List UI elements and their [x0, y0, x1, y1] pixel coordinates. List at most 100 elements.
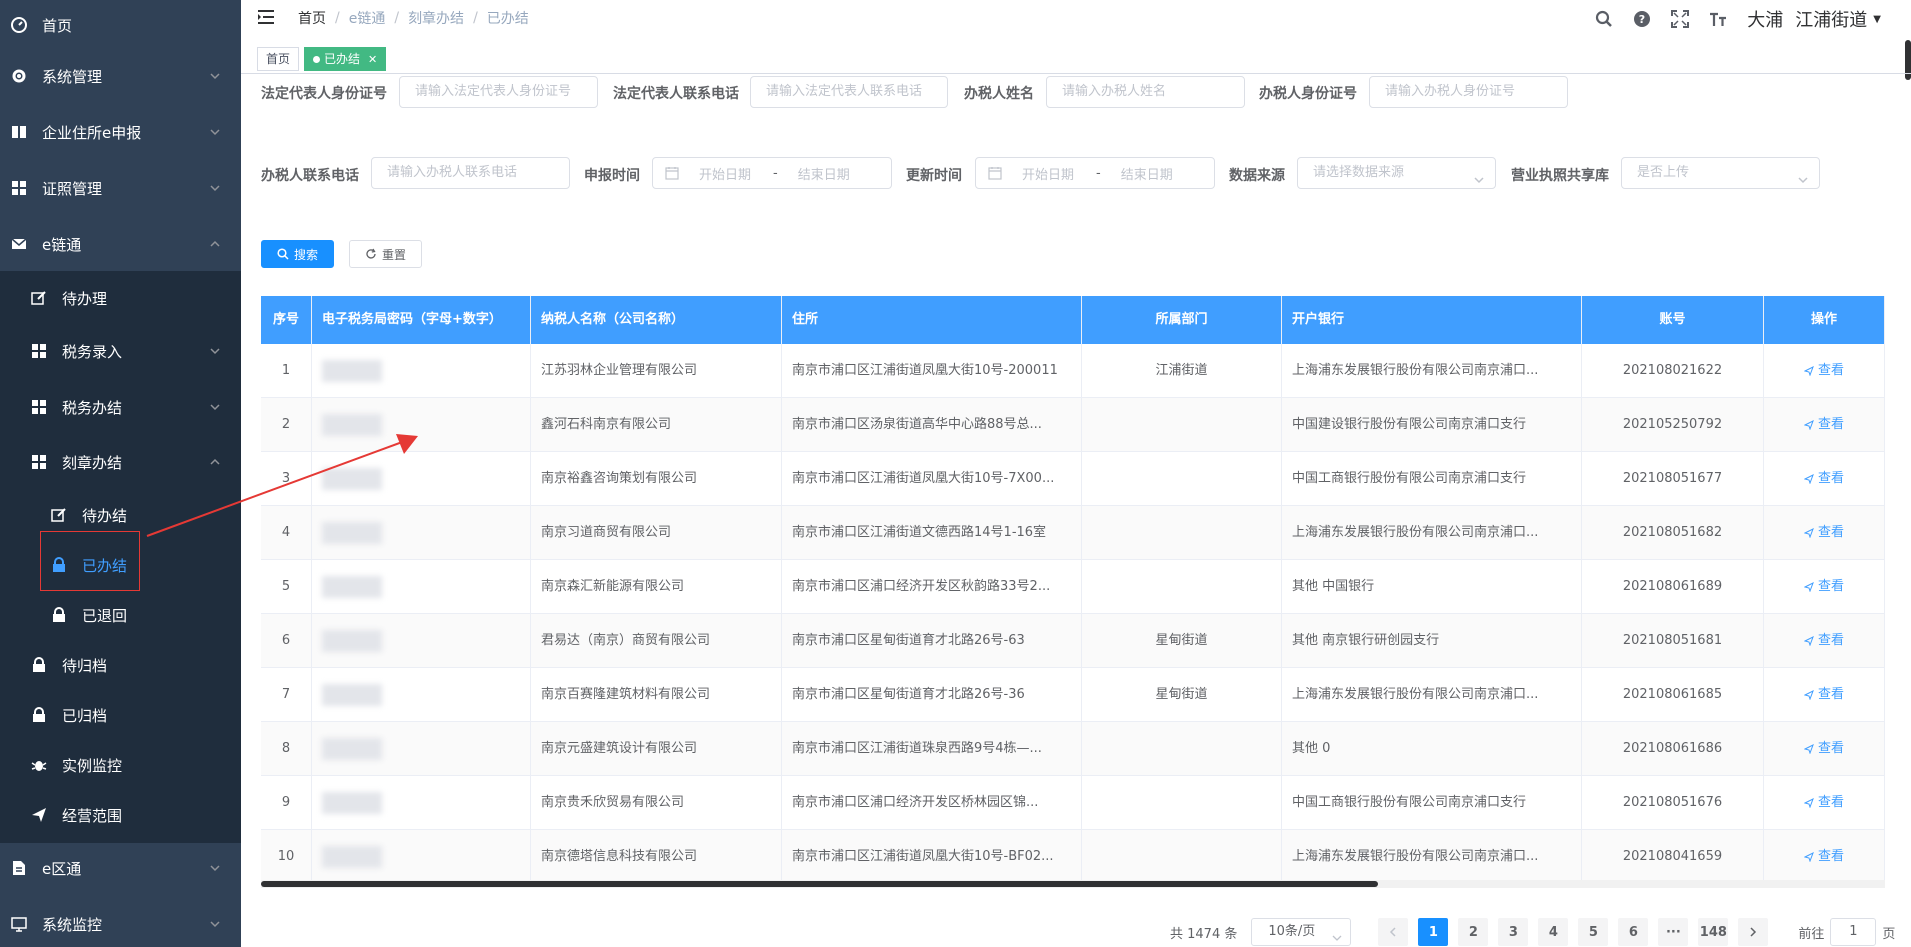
reset-button[interactable]: 重置 [349, 240, 422, 268]
page-button[interactable]: 6 [1618, 918, 1649, 946]
view-button[interactable]: 查看 [1803, 525, 1844, 540]
view-button[interactable]: 查看 [1803, 363, 1844, 378]
horizontal-scrollbar[interactable] [261, 881, 1378, 887]
cell-address: 南京市浦口区江浦街道文德西路14号1-16室 [782, 506, 1082, 560]
prev-page-button[interactable] [1378, 918, 1409, 946]
cell-company-name: 南京元盛建筑设计有限公司 [531, 722, 782, 776]
view-button[interactable]: 查看 [1803, 417, 1844, 432]
next-page-button[interactable] [1738, 918, 1769, 946]
cell-action: 查看 [1764, 668, 1885, 722]
sidebar-item-seal-done[interactable]: 刻章办结 [0, 437, 241, 487]
taxer-phone-input[interactable]: 请输入办税人联系电话 [371, 157, 570, 189]
hamburger-icon[interactable] [257, 8, 275, 26]
navbar: 首页 / e链通 / 刻章办结 / 已办结 ? 大浦 江浦街道 ▼ [241, 0, 1911, 38]
search-icon[interactable] [1593, 8, 1615, 30]
mail-icon [11, 236, 27, 252]
tag-home[interactable]: 首页 [257, 47, 300, 71]
fullscreen-icon[interactable] [1669, 8, 1691, 30]
license-share-select[interactable]: 是否上传 [1621, 157, 1820, 189]
sidebar-item-tax-done[interactable]: 税务办结 [0, 382, 241, 432]
view-button[interactable]: 查看 [1803, 849, 1844, 864]
column-header: 纳税人名称（公司名称） [531, 296, 782, 344]
legal-id-input[interactable]: 请输入法定代表人身份证号 [399, 76, 598, 108]
sidebar-item-instance-monitor[interactable]: 实例监控 [0, 740, 241, 790]
view-button[interactable]: 查看 [1803, 741, 1844, 756]
user-org[interactable]: 江浦街道 [1795, 6, 1867, 32]
jump-page-input[interactable]: 1 [1830, 918, 1877, 946]
cell-bank: 其他 南京银行研创园支行 [1282, 614, 1582, 668]
help-icon[interactable]: ? [1631, 8, 1653, 30]
lock-icon [51, 607, 67, 623]
user-name[interactable]: 大浦 [1747, 6, 1783, 32]
search-button[interactable]: 搜索 [261, 240, 334, 268]
view-button-label: 查看 [1817, 525, 1844, 540]
cell-action: 查看 [1764, 560, 1885, 614]
cell-department: 星甸街道 [1082, 614, 1282, 668]
legal-phone-input[interactable]: 请输入法定代表人联系电话 [750, 76, 948, 108]
redacted-password [322, 413, 382, 436]
sidebar-item-to-archive[interactable]: 待归档 [0, 640, 241, 690]
breadcrumb-home[interactable]: 首页 [298, 8, 326, 28]
sidebar-item-e-qu-tong[interactable]: e区通 [0, 843, 241, 893]
breadcrumb-e-lian-tong[interactable]: e链通 [349, 8, 386, 28]
view-button[interactable]: 查看 [1803, 471, 1844, 486]
sidebar-item-pending[interactable]: 待办理 [0, 273, 241, 323]
sidebar-item-license-management[interactable]: 证照管理 [0, 163, 241, 213]
view-button[interactable]: 查看 [1803, 795, 1844, 810]
view-button[interactable]: 查看 [1803, 687, 1844, 702]
cell-company-name: 南京德塔信息科技有限公司 [531, 830, 782, 884]
end-date-placeholder: 结束日期 [797, 167, 850, 183]
page-button[interactable]: 3 [1498, 918, 1529, 946]
taxer-name-input[interactable]: 请输入办税人姓名 [1046, 76, 1245, 108]
source-label: 数据来源 [1229, 168, 1285, 184]
sidebar-item-tax-entry[interactable]: 税务录入 [0, 326, 241, 376]
view-button[interactable]: 查看 [1803, 579, 1844, 594]
cell-no: 8 [261, 722, 312, 776]
sidebar: 首页 系统管理 企业住所e申报 证照管理 e链通 待办理 税务录入 税务办结 刻… [0, 0, 241, 947]
page-button[interactable]: 2 [1458, 918, 1489, 946]
page-button[interactable]: 1 [1418, 918, 1449, 946]
edit-icon [31, 290, 47, 306]
redacted-password [322, 629, 382, 652]
font-size-icon[interactable] [1707, 8, 1729, 30]
sidebar-item-system-management[interactable]: 系统管理 [0, 51, 241, 101]
page-button[interactable]: 148 [1698, 918, 1729, 946]
cell-company-name: 南京贵禾欣贸易有限公司 [531, 776, 782, 830]
sidebar-item-returned[interactable]: 已退回 [0, 590, 241, 640]
close-icon[interactable]: ✕ [368, 53, 377, 66]
send-icon [1803, 581, 1814, 592]
chevron-down-icon [209, 345, 221, 357]
sidebar-item-label: 系统管理 [42, 67, 103, 86]
chevron-up-icon [209, 456, 221, 468]
sidebar-item-system-monitor[interactable]: 系统监控 [0, 899, 241, 947]
source-select[interactable]: 请选择数据来源 [1297, 157, 1496, 189]
breadcrumb-finished: 已办结 [486, 11, 529, 27]
cell-company-name: 南京森汇新能源有限公司 [531, 560, 782, 614]
tag-finished[interactable]: 已办结 ✕ [304, 47, 387, 71]
cell-bank: 中国工商银行股份有限公司南京浦口支行 [1282, 776, 1582, 830]
cell-password [312, 722, 531, 776]
sidebar-item-home[interactable]: 首页 [0, 0, 241, 50]
sidebar-item-business-scope[interactable]: 经营范围 [0, 790, 241, 840]
cell-no: 6 [261, 614, 312, 668]
page-size-select[interactable]: 10条/页 [1251, 918, 1352, 946]
start-date-placeholder: 开始日期 [699, 167, 752, 183]
sidebar-item-archived[interactable]: 已归档 [0, 690, 241, 740]
taxer-id-input[interactable]: 请输入办税人身份证号 [1369, 76, 1568, 108]
view-button[interactable]: 查看 [1803, 633, 1844, 648]
view-button-label: 查看 [1817, 849, 1844, 864]
breadcrumb-seal-done[interactable]: 刻章办结 [408, 8, 464, 28]
page-button[interactable]: 4 [1538, 918, 1569, 946]
page-button[interactable]: 5 [1578, 918, 1609, 946]
more-pages-button[interactable]: ··· [1658, 918, 1689, 946]
view-button-label: 查看 [1817, 579, 1844, 594]
cell-department: 江浦街道 [1082, 344, 1282, 398]
sidebar-item-e-lian-tong[interactable]: e链通 [0, 219, 241, 269]
sidebar-item-enterprise-address[interactable]: 企业住所e申报 [0, 107, 241, 157]
cell-account: 202108021622 [1582, 344, 1764, 398]
cell-account: 202108061686 [1582, 722, 1764, 776]
apply-time-range[interactable]: 开始日期 - 结束日期 [652, 157, 892, 189]
update-time-range[interactable]: 开始日期 - 结束日期 [975, 157, 1215, 189]
cell-account: 202108051681 [1582, 614, 1764, 668]
caret-down-icon[interactable]: ▼ [1873, 14, 1881, 25]
